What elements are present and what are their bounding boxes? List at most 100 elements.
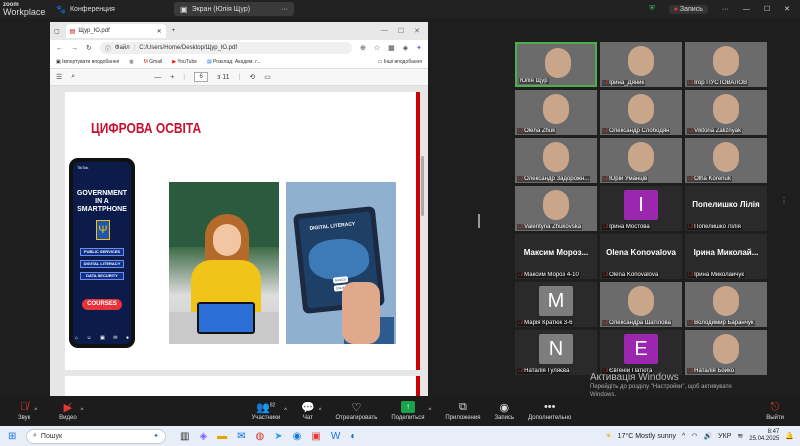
close-icon[interactable]: ✕ xyxy=(414,27,420,35)
zoom-out-icon[interactable]: — xyxy=(154,74,161,81)
copilot-app-icon[interactable]: ◈ xyxy=(199,431,207,442)
search-icon[interactable]: ⌕ xyxy=(71,73,75,81)
reload-icon[interactable]: ↻ xyxy=(86,44,92,52)
notification-icon[interactable]: 🔔 xyxy=(785,432,794,440)
more-button[interactable]: ••• Дополнительно xyxy=(528,401,571,421)
tab-more-icon[interactable]: ··· xyxy=(281,6,288,13)
participant-tile[interactable]: 🎙̸ Ігор ПУСТОВАЛОВ xyxy=(685,42,767,87)
volume-icon[interactable]: 🔊 xyxy=(703,432,712,440)
edge-icon[interactable]: ◐ xyxy=(350,431,356,442)
record-indicator[interactable]: ● Запись xyxy=(668,4,708,14)
back-icon[interactable]: ← xyxy=(56,45,63,52)
network-icon[interactable]: ◠ xyxy=(691,432,697,440)
clock[interactable]: 8:47 25.04.2025 xyxy=(749,429,779,443)
taskbar-search[interactable]: ⌕ Пошук ✦ xyxy=(26,428,166,444)
apps-button[interactable]: ⧉ Приложения xyxy=(445,401,480,421)
file-explorer-icon[interactable]: ▬ xyxy=(217,431,227,442)
pdf-viewport[interactable]: ЦИФРОВА ОСВІТА TikTok GOVERNMENT IN A SM… xyxy=(50,86,428,396)
bookmark-schedule[interactable]: ▤ Розклад: Академ. г... xyxy=(207,59,261,65)
contents-icon[interactable]: ☰ xyxy=(56,73,62,81)
participant-tile[interactable]: 🎙̸ Наталія Бойко xyxy=(685,330,767,375)
url-field[interactable]: ⓘ Файл | C:/Users/Home/Desktop/Щур_Ю.pdf xyxy=(99,42,352,54)
ukr-app-icon[interactable]: ▣ xyxy=(311,431,320,442)
browser-tab-pdf[interactable]: ▤ Щур_Ю.pdf ✕ xyxy=(65,24,166,38)
audio-button[interactable]: 🎙̸ Звук xyxy=(18,401,30,421)
word-icon[interactable]: W xyxy=(331,431,340,442)
share-chevron-icon[interactable]: ^ xyxy=(429,408,432,414)
participant-tile[interactable]: Olena Konovalova 🎙̸ Olena Konovalova xyxy=(600,234,682,279)
participant-tile[interactable]: E 🎙̸ Євгеній Патюта xyxy=(600,330,682,375)
maximize-icon[interactable]: ☐ xyxy=(764,5,770,13)
participant-tile[interactable]: N 🎙̸ Наталія Гуляєва xyxy=(515,330,597,375)
minimize-icon[interactable]: — xyxy=(381,27,388,35)
browser-menu-icon[interactable]: ▢ xyxy=(54,28,60,35)
splitter-handle[interactable] xyxy=(478,214,480,228)
leave-button[interactable]: ⎋ Выйти xyxy=(766,401,784,421)
participant-tile[interactable]: M 🎙̸ Марія Кратюк 3-6 xyxy=(515,282,597,327)
bookmark-import[interactable]: ▣ Імпортувати вподобання xyxy=(56,59,119,65)
more-icon[interactable]: ··· xyxy=(722,6,729,13)
participants-chevron-icon[interactable]: ^ xyxy=(284,408,287,414)
windows-start-icon[interactable]: ⊞ xyxy=(8,431,16,442)
participant-tile[interactable]: 🎙̸ Olena Zhuk xyxy=(515,90,597,135)
tab-screen-share[interactable]: ▣ Экран (Юлія Щур) ··· xyxy=(174,2,294,16)
zoom-icon[interactable]: ⊕ xyxy=(360,44,366,52)
participant-tile[interactable]: Юлія Щур xyxy=(515,42,597,87)
chat-chevron-icon[interactable]: ^ xyxy=(319,408,322,414)
telegram-icon[interactable]: ➤ xyxy=(274,431,282,442)
tab-conference[interactable]: 🐾 Конференция xyxy=(50,2,170,16)
gallery-more-icon[interactable]: ⋮ xyxy=(780,196,788,205)
new-tab-button[interactable]: + xyxy=(172,28,176,34)
bookmark-gmail[interactable]: M Gmail xyxy=(144,59,163,65)
chrome-icon[interactable]: ◍ xyxy=(256,431,265,442)
outlook-icon[interactable]: ✉ xyxy=(237,431,245,442)
tab-close-icon[interactable]: ✕ xyxy=(157,28,162,35)
weather-text[interactable]: 17°C Mostly sunny xyxy=(618,433,676,440)
rotate-icon[interactable]: ⟲ xyxy=(249,73,255,81)
star-icon[interactable]: ☆ xyxy=(374,44,380,52)
participant-tile[interactable]: Попелишко Лілія 🎙̸ Попелишко Лілія xyxy=(685,186,767,231)
record-button[interactable]: ◉ Запись xyxy=(494,401,514,421)
video-chevron-icon[interactable]: ^ xyxy=(81,408,84,414)
participant-tile[interactable]: 🎙̸ Viktoria Zaliznyak xyxy=(685,90,767,135)
page-number-field[interactable]: 6 xyxy=(194,72,209,82)
participant-tile[interactable]: Ірина Миколай... 🎙̸ Ірина Миколайчук xyxy=(685,234,767,279)
participant-tile[interactable]: 🎙̸ Олександра Шатілова xyxy=(600,282,682,327)
globe-icon[interactable]: ◍ xyxy=(129,59,133,65)
react-button[interactable]: ♡ Отреагировать xyxy=(336,401,378,421)
close-icon[interactable]: ✕ xyxy=(784,5,790,13)
participants-button[interactable]: 👥82 Участники xyxy=(252,401,281,421)
zoom-in-icon[interactable]: + xyxy=(170,74,174,81)
video-button[interactable]: ▶̸ Видео xyxy=(59,401,77,421)
participant-tile[interactable]: 🎙̸ Олександр Слободян xyxy=(600,90,682,135)
participant-tile[interactable]: 🎙̸ Ірина_Дяник xyxy=(600,42,682,87)
participant-tile[interactable]: 🎙̸ Valentyna Zhukovska xyxy=(515,186,597,231)
participant-tile[interactable]: 🎙̸ Володимир Баранчук xyxy=(685,282,767,327)
participant-tile[interactable]: 🎙̸ Олександр Задорожн... xyxy=(515,138,597,183)
audio-chevron-icon[interactable]: ^ xyxy=(34,408,37,414)
edge-copilot-icon[interactable]: ✦ xyxy=(416,44,422,52)
tray-chevron-icon[interactable]: ^ xyxy=(682,433,685,440)
zoom-app-icon[interactable]: ◉ xyxy=(293,431,302,442)
participant-name: 🎙̸ Олександр Задорожн... xyxy=(517,176,591,182)
bookmark-youtube[interactable]: ▶ YouTube xyxy=(172,59,197,65)
forward-icon[interactable]: → xyxy=(71,45,78,52)
collections-icon[interactable]: ▦ xyxy=(388,44,395,52)
participant-tile[interactable]: 🎙̸ Юрій Уманців xyxy=(600,138,682,183)
fit-page-icon[interactable]: ▭ xyxy=(264,73,271,81)
extensions-icon[interactable]: ◈ xyxy=(403,44,408,52)
language-indicator[interactable]: УКР xyxy=(718,433,731,440)
participant-tile[interactable]: Максим Мороз... 🎙̸ Максим Мороз 4-10 xyxy=(515,234,597,279)
minimize-icon[interactable]: — xyxy=(743,6,750,13)
chat-button[interactable]: 💬 Чат xyxy=(301,401,315,421)
participant-tile[interactable]: I 🎙̸ Ірина Мостова xyxy=(600,186,682,231)
share-button[interactable]: ↑ Поделиться xyxy=(391,401,425,421)
maximize-icon[interactable]: ☐ xyxy=(398,27,404,35)
bookmark-other[interactable]: ▭ Інші вподобання xyxy=(378,59,422,65)
hand xyxy=(342,282,380,344)
wifi-icon[interactable]: ≋ xyxy=(737,432,743,440)
task-view-icon[interactable]: ▥ xyxy=(180,431,189,442)
pdf-scrollbar[interactable] xyxy=(421,156,424,216)
url-text: C:/Users/Home/Desktop/Щур_Ю.pdf xyxy=(139,45,238,51)
participant-tile[interactable]: 🎙̸ Olha Korenuk xyxy=(685,138,767,183)
